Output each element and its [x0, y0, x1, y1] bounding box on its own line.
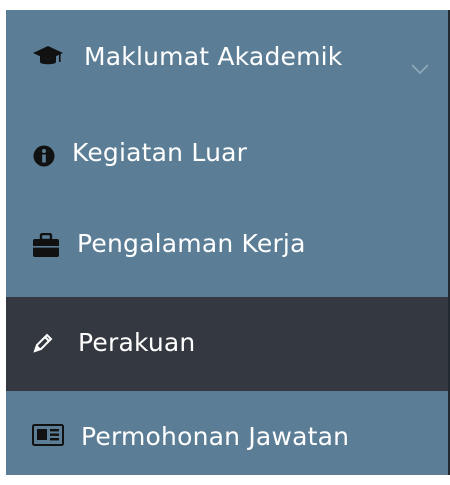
- sidebar-item-perakuan[interactable]: Perakuan: [6, 297, 448, 391]
- graduation-cap-icon: [33, 46, 63, 68]
- chevron-down-icon[interactable]: [410, 52, 430, 81]
- sidebar-menu: Maklumat Akademik Kegiatan Luar Pengalam…: [6, 10, 450, 475]
- sidebar-item-label: Maklumat Akademik: [84, 42, 343, 71]
- sidebar-item-permohonan-jawatan[interactable]: Permohonan Jawatan: [6, 391, 448, 485]
- pencil-icon: [32, 332, 54, 354]
- info-icon: [33, 145, 55, 167]
- sidebar-item-label: Kegiatan Luar: [72, 138, 248, 167]
- sidebar-item-label: Perakuan: [78, 328, 196, 357]
- id-card-icon: [32, 424, 64, 446]
- briefcase-icon: [33, 233, 59, 257]
- sidebar-item-pengalaman-kerja[interactable]: Pengalaman Kerja: [6, 200, 448, 294]
- sidebar-item-label: Permohonan Jawatan: [81, 422, 350, 451]
- sidebar-item-label: Pengalaman Kerja: [77, 229, 306, 258]
- sidebar-item-maklumat-akademik[interactable]: Maklumat Akademik: [6, 10, 448, 104]
- sidebar-item-kegiatan-luar[interactable]: Kegiatan Luar: [6, 109, 448, 203]
